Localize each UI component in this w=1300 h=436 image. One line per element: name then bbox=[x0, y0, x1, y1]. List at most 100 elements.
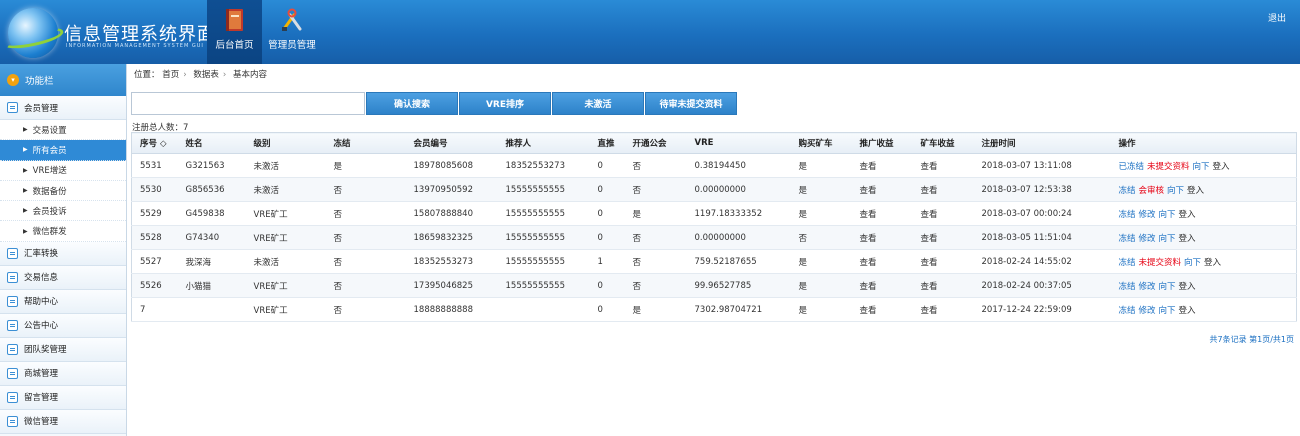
search-input[interactable] bbox=[131, 92, 365, 115]
sidebar: ▾ 功能栏 会员管理 ▶ 交易设置 ▶ 所有会员 ▶ VRE增送 ▶ 数据备份 ▶ 会员投… bbox=[0, 64, 127, 436]
cell-promo-view-link[interactable]: 查看 bbox=[851, 225, 913, 250]
row-action-link[interactable]: 会审核 bbox=[1139, 186, 1165, 196]
row-action-link[interactable]: 登入 bbox=[1187, 186, 1204, 196]
row-action-link[interactable]: 冻结 bbox=[1119, 210, 1136, 220]
cell-id: 5526 bbox=[131, 273, 178, 298]
cell-mine-view-link[interactable]: 查看 bbox=[912, 153, 974, 178]
row-action-link[interactable]: 向下 bbox=[1193, 162, 1210, 172]
sidebar-group-mall[interactable]: 商城管理 bbox=[0, 361, 126, 386]
cell-referrer: 15555555555 bbox=[497, 225, 590, 250]
confirm-search-button[interactable]: 确认搜索 bbox=[366, 92, 458, 115]
row-action-link[interactable]: 登入 bbox=[1179, 210, 1196, 220]
breadcrumb-label: 位置： bbox=[134, 70, 160, 80]
cell-name: 我深海 bbox=[177, 249, 246, 274]
cell-promo-view-link[interactable]: 查看 bbox=[851, 297, 913, 322]
sidebar-group-trade-info[interactable]: 交易信息 bbox=[0, 265, 126, 290]
cell-promo-view-link[interactable]: 查看 bbox=[851, 177, 913, 202]
row-action-link[interactable]: 登入 bbox=[1213, 162, 1230, 172]
cell-vre: 0.38194450 bbox=[686, 153, 791, 178]
breadcrumb-table[interactable]: 数据表 bbox=[193, 70, 219, 80]
cell-mine-view-link[interactable]: 查看 bbox=[912, 177, 974, 202]
breadcrumb-separator: › bbox=[222, 70, 227, 80]
col-header-time: 注册时间 bbox=[973, 132, 1111, 154]
sidebar-item-backup[interactable]: ▶ 数据备份 bbox=[0, 180, 126, 202]
nav-admin[interactable]: 管理员管理 bbox=[264, 0, 320, 64]
row-action-link[interactable]: 冻结 bbox=[1119, 258, 1136, 268]
cell-mine-view-link[interactable]: 查看 bbox=[912, 225, 974, 250]
cell-level: 未激活 bbox=[245, 153, 326, 178]
sidebar-item-trade-settings[interactable]: ▶ 交易设置 bbox=[0, 120, 126, 141]
cell-mine-view-link[interactable]: 查看 bbox=[912, 249, 974, 274]
sidebar-item-vre-gift[interactable]: ▶ VRE增送 bbox=[0, 160, 126, 181]
row-action-link[interactable]: 登入 bbox=[1179, 306, 1196, 316]
cell-vre: 7302.98704721 bbox=[686, 297, 791, 322]
inactive-filter-button[interactable]: 未激活 bbox=[552, 92, 644, 115]
row-action-link[interactable]: 修改 bbox=[1139, 282, 1156, 292]
sidebar-group-wechat[interactable]: 微信管理 bbox=[0, 409, 126, 434]
vre-sort-button[interactable]: VRE排序 bbox=[459, 92, 551, 115]
sidebar-item-label: 微信群发 bbox=[32, 227, 67, 238]
row-action-link[interactable]: 登入 bbox=[1179, 234, 1196, 244]
cell-promo-view-link[interactable]: 查看 bbox=[851, 201, 913, 226]
sidebar-item-label: 数据备份 bbox=[32, 186, 67, 197]
cell-actions: 已冻结 未提交资料 向下 登入 bbox=[1110, 153, 1297, 178]
pending-review-button[interactable]: 待审未提交资料 bbox=[645, 92, 737, 115]
table-row: 5530 G856536 未激活否 13970950592 15555555555 0 否 0… bbox=[131, 177, 1297, 202]
sidebar-item-all-members[interactable]: ▶ 所有会员 bbox=[0, 140, 126, 161]
cell-guild[interactable]: 否 bbox=[624, 249, 687, 274]
nav-home[interactable]: 后台首页 bbox=[207, 0, 262, 64]
cell-actions: 冻结 修改 向下 登入 bbox=[1110, 273, 1297, 298]
cell-guild[interactable]: 是 bbox=[624, 297, 687, 322]
row-action-link[interactable]: 冻结 bbox=[1119, 306, 1136, 316]
logo: 信息管理系统界面 INFORMATION MANAGEMENT SYSTEM G… bbox=[1, 6, 215, 60]
row-action-link[interactable]: 登入 bbox=[1179, 282, 1196, 292]
sidebar-group-messages[interactable]: 留言管理 bbox=[0, 385, 126, 410]
row-action-link[interactable]: 向下 bbox=[1159, 306, 1176, 316]
sidebar-header[interactable]: ▾ 功能栏 bbox=[0, 64, 126, 96]
row-action-link[interactable]: 冻结 bbox=[1119, 234, 1136, 244]
sidebar-group-help[interactable]: 帮助中心 bbox=[0, 289, 126, 314]
row-action-link[interactable]: 登入 bbox=[1204, 258, 1221, 268]
breadcrumb-current: 基本内容 bbox=[232, 70, 267, 80]
triangle-right-icon: ▶ bbox=[23, 207, 28, 215]
nav-admin-label: 管理员管理 bbox=[268, 40, 316, 51]
row-action-link[interactable]: 冻结 bbox=[1119, 186, 1136, 196]
row-action-link[interactable]: 冻结 bbox=[1119, 282, 1136, 292]
cell-guild[interactable]: 是 bbox=[624, 201, 687, 226]
cell-guild[interactable]: 否 bbox=[624, 177, 687, 202]
cell-mine-view-link[interactable]: 查看 bbox=[912, 273, 974, 298]
cell-guild[interactable]: 否 bbox=[624, 273, 687, 298]
row-action-link[interactable]: 向下 bbox=[1159, 234, 1176, 244]
cell-name: 小猫猫 bbox=[177, 273, 246, 298]
cell-mine-view-link[interactable]: 查看 bbox=[912, 297, 974, 322]
cell-cart: 是 bbox=[790, 297, 852, 322]
cell-guild[interactable]: 否 bbox=[624, 153, 687, 178]
row-action-link[interactable]: 修改 bbox=[1139, 210, 1156, 220]
row-action-link[interactable]: 未提交资料 bbox=[1139, 258, 1182, 268]
cell-mine-view-link[interactable]: 查看 bbox=[912, 201, 974, 226]
row-action-link[interactable]: 未提交资料 bbox=[1147, 162, 1190, 172]
logout-link[interactable]: 退出 bbox=[1268, 11, 1286, 24]
table-body: 5531 G321563 未激活是 18978085608 18352553273 0 否 0… bbox=[131, 153, 1297, 322]
cell-promo-view-link[interactable]: 查看 bbox=[851, 273, 913, 298]
cell-promo-view-link[interactable]: 查看 bbox=[851, 249, 913, 274]
cell-guild[interactable]: 否 bbox=[624, 225, 687, 250]
sidebar-item-complaints[interactable]: ▶ 会员投诉 bbox=[0, 201, 126, 222]
row-action-link[interactable]: 已冻结 bbox=[1119, 162, 1145, 172]
sidebar-group-team-bonus[interactable]: 团队奖管理 bbox=[0, 337, 126, 362]
col-header-direct: 直推 bbox=[589, 132, 625, 154]
sidebar-group-members[interactable]: 会员管理 bbox=[0, 96, 126, 120]
sidebar-item-wechat-broadcast[interactable]: ▶ 微信群发 bbox=[0, 221, 126, 242]
row-action-link[interactable]: 修改 bbox=[1139, 234, 1156, 244]
cell-promo-view-link[interactable]: 查看 bbox=[851, 153, 913, 178]
row-action-link[interactable]: 向下 bbox=[1159, 210, 1176, 220]
row-action-link[interactable]: 向下 bbox=[1159, 282, 1176, 292]
cell-direct: 0 bbox=[589, 225, 625, 250]
col-header-id[interactable]: 序号 ◇ bbox=[131, 132, 178, 154]
row-action-link[interactable]: 向下 bbox=[1184, 258, 1201, 268]
row-action-link[interactable]: 修改 bbox=[1139, 306, 1156, 316]
row-action-link[interactable]: 向下 bbox=[1167, 186, 1184, 196]
sidebar-group-notices[interactable]: 公告中心 bbox=[0, 313, 126, 338]
sidebar-group-exchange-rate[interactable]: 汇率转换 bbox=[0, 241, 126, 266]
breadcrumb-home[interactable]: 首页 bbox=[162, 70, 179, 80]
